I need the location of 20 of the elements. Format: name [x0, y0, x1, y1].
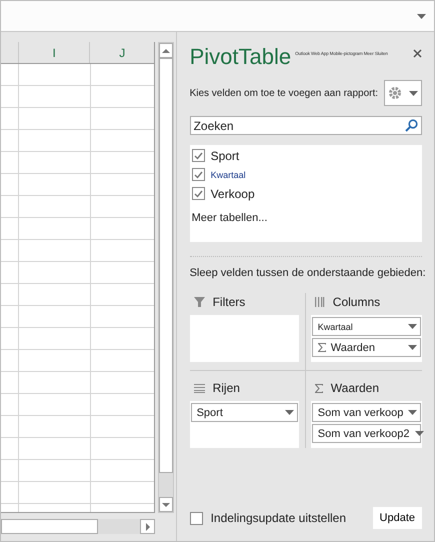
- area-label: Columns: [332, 295, 380, 309]
- field-label: Kwartaal: [210, 170, 246, 180]
- field-dropdown[interactable]: Waarden: [312, 338, 421, 357]
- panel-title: PivotTable: [190, 44, 292, 70]
- field-dropdown[interactable]: Som van verkoop: [312, 403, 421, 422]
- area-label: Rijen: [212, 381, 240, 395]
- column-header[interactable]: J: [89, 42, 154, 63]
- update-button[interactable]: Update: [372, 507, 422, 529]
- column-header[interactable]: I: [18, 42, 90, 63]
- field-dropdown[interactable]: Som van verkoop2: [312, 424, 421, 443]
- field-dropdown[interactable]: Sport: [190, 403, 298, 422]
- area-label: Waarden: [330, 381, 380, 395]
- area-label: Filters: [212, 295, 246, 309]
- field-label: Sport: [210, 148, 240, 162]
- field-label: Verkoop: [210, 186, 255, 200]
- more-tables-link[interactable]: Meer tabellen...: [192, 212, 420, 224]
- field-dropdown[interactable]: Kwartaal: [312, 317, 421, 336]
- instruction-text: Kies velden om toe te voegen aan rapport:: [190, 88, 378, 98]
- defer-label: Indelingsupdate uitstellen: [210, 511, 346, 525]
- search-field[interactable]: Zoeken: [190, 116, 422, 135]
